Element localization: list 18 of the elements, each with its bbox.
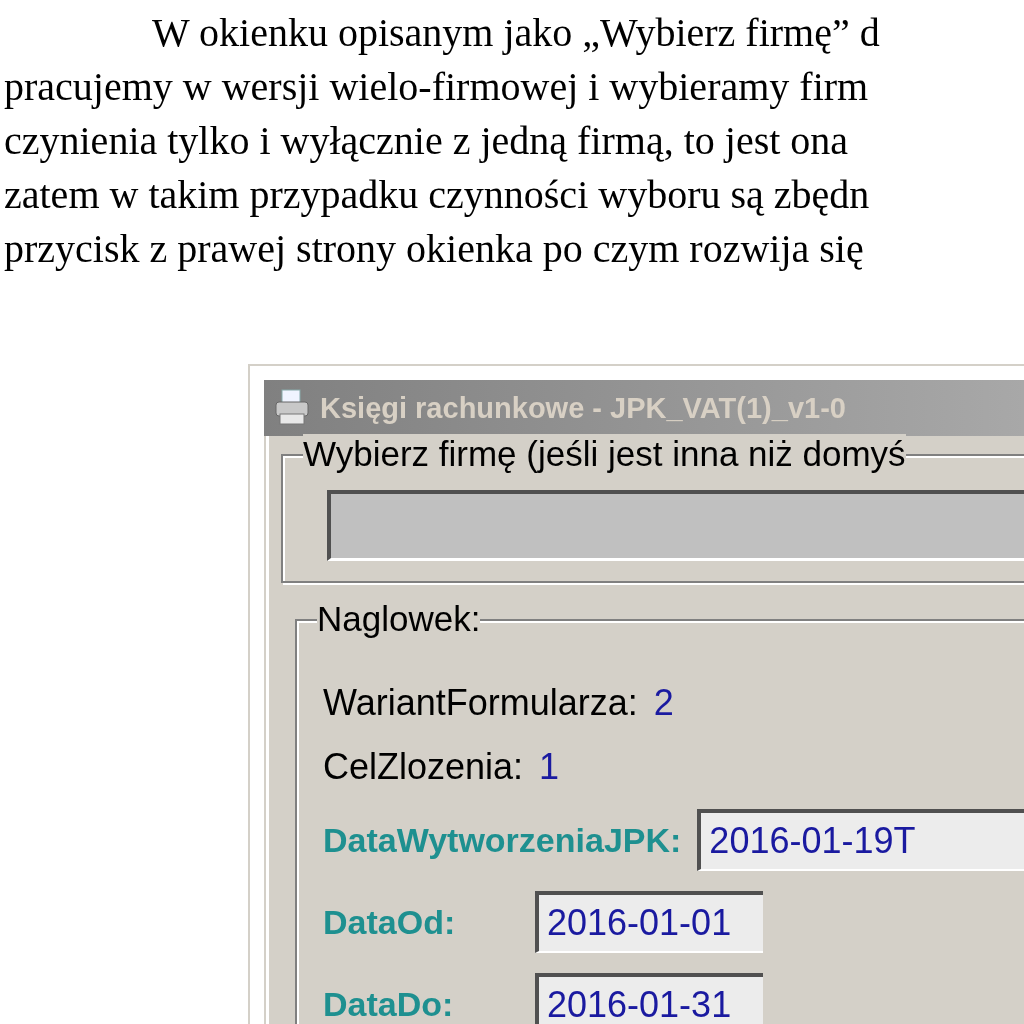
- paragraph-line: W okienku opisanym jako „Wybierz firmę” d: [151, 9, 880, 57]
- paragraph-line: pracujemy w wersji wielo-firmowej i wybieramy firm: [3, 63, 869, 111]
- field-label: DataWytworzeniaJPK:: [323, 820, 682, 860]
- printer-icon: [272, 388, 312, 428]
- field-value: 2: [653, 682, 674, 724]
- field-value: 1: [539, 746, 560, 788]
- paragraph-line: zatem w takim przypadku czynności wyboru są zbędn: [3, 171, 870, 219]
- input-field[interactable]: 2016-01-31: [535, 973, 763, 1024]
- field-label: DataDo:: [323, 984, 455, 1024]
- paragraph-line: przycisk z prawej strony okienka po czym rozwija się: [3, 225, 864, 273]
- group-label: Wybierz firmę (jeśli jest inna niż domyś: [303, 434, 906, 474]
- field-label: CelZlozenia:: [323, 746, 524, 788]
- input-field[interactable]: 2016-01-19T: [697, 809, 1024, 871]
- window-title: Księgi rachunkowe - JPK_VAT(1)_v1-0: [320, 391, 846, 425]
- input-field[interactable]: 2016-01-01: [535, 891, 763, 953]
- field-label: WariantFormularza:: [323, 682, 638, 724]
- field-label: DataOd:: [323, 902, 457, 942]
- paragraph-line: czynienia tylko i wyłącznie z jedną firmą, to jest ona: [3, 117, 849, 165]
